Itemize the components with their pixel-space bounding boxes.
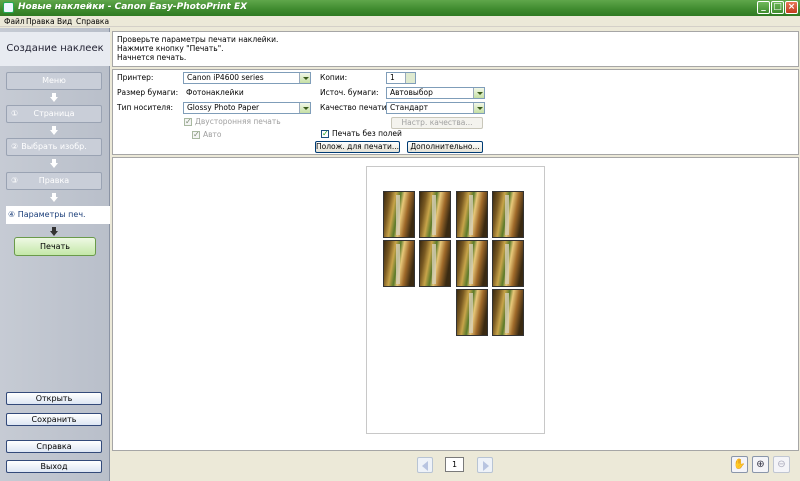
- preview-toolbar: 1 ✋ ⊕ ⊖: [112, 452, 799, 481]
- sidebar: Создание наклеек Меню ① Страница ② Выбра…: [0, 28, 110, 481]
- step-edit[interactable]: ③ Правка: [6, 172, 102, 190]
- print-settings-panel: Принтер: Canon iP4600 series Размер бума…: [112, 69, 799, 155]
- auto-checkbox[interactable]: [192, 130, 200, 139]
- step-arrow-icon: [50, 93, 58, 102]
- copies-label: Копии:: [320, 73, 348, 82]
- print-quality-label: Качество печати:: [320, 103, 390, 112]
- print-position-button[interactable]: Полож. для печати...: [315, 141, 400, 153]
- quality-settings-button[interactable]: Настр. качества...: [391, 117, 483, 129]
- sticker-image: [419, 191, 451, 238]
- printer-label: Принтер:: [117, 73, 154, 82]
- step-arrow-icon: [50, 126, 58, 135]
- borderless-label: Печать без полей: [332, 129, 402, 138]
- next-page-icon[interactable]: [477, 457, 493, 473]
- sticker-image: [492, 191, 524, 238]
- duplex-label: Двусторонняя печать: [195, 117, 281, 126]
- step-menu[interactable]: Меню: [6, 72, 102, 90]
- chevron-down-icon: [299, 103, 310, 113]
- sticker-image: [383, 240, 415, 287]
- advanced-button[interactable]: Дополнительно...: [407, 141, 483, 153]
- step-print-settings[interactable]: ④ Параметры печ.: [6, 206, 110, 224]
- step-label: Меню: [42, 76, 66, 85]
- sticker-image: [456, 240, 488, 287]
- save-button[interactable]: Сохранить: [6, 413, 102, 426]
- chevron-down-icon: [473, 103, 484, 113]
- menu-view[interactable]: Вид: [57, 17, 72, 26]
- chevron-down-icon: [473, 88, 484, 98]
- minimize-button[interactable]: _: [757, 1, 770, 14]
- instruction-line: Начнется печать.: [117, 53, 187, 62]
- instruction-line: Нажмите кнопку "Печать".: [117, 44, 224, 53]
- spin-arrows-icon[interactable]: [405, 73, 415, 83]
- hand-icon[interactable]: ✋: [731, 456, 748, 473]
- maximize-button[interactable]: □: [771, 1, 784, 14]
- sticker-image: [419, 240, 451, 287]
- print-button[interactable]: Печать: [14, 237, 96, 256]
- zoom-in-icon[interactable]: ⊕: [752, 456, 769, 473]
- step-select-images[interactable]: ② Выбрать изобр.: [6, 138, 102, 156]
- help-button[interactable]: Справка: [6, 440, 102, 453]
- step-arrow-icon: [50, 227, 58, 236]
- sticker-image: [456, 289, 488, 336]
- step-label: Выбрать изобр.: [21, 142, 87, 151]
- title-bar: Новые наклейки - Canon Easy-PhotoPrint E…: [0, 0, 800, 16]
- print-quality-select[interactable]: Стандарт: [386, 102, 485, 114]
- step-number: ②: [11, 142, 19, 151]
- duplex-checkbox[interactable]: [184, 117, 192, 126]
- borderless-checkbox[interactable]: [321, 129, 329, 138]
- print-preview-area: [112, 157, 799, 451]
- previous-page-icon[interactable]: [417, 457, 433, 473]
- open-button[interactable]: Открыть: [6, 392, 102, 405]
- window-title: Новые наклейки - Canon Easy-PhotoPrint E…: [18, 2, 248, 12]
- sticker-image: [456, 191, 488, 238]
- step-arrow-icon: [50, 159, 58, 168]
- step-arrow-icon: [50, 193, 58, 202]
- preview-sheet: [366, 166, 545, 434]
- sticker-image: [383, 191, 415, 238]
- menu-edit[interactable]: Правка: [26, 17, 55, 26]
- instructions-panel: Проверьте параметры печати наклейки. Наж…: [112, 31, 799, 67]
- paper-source-select[interactable]: Автовыбор: [386, 87, 485, 99]
- menu-file[interactable]: Файл: [4, 17, 25, 26]
- media-type-label: Тип носителя:: [117, 103, 174, 112]
- menu-bar: Файл Правка Вид Справка: [0, 16, 800, 27]
- sticker-image: [492, 240, 524, 287]
- paper-size-value: Фотонаклейки: [186, 88, 244, 97]
- step-number: ③: [11, 176, 19, 185]
- media-type-select[interactable]: Glossy Photo Paper: [183, 102, 311, 114]
- app-icon: [3, 2, 14, 13]
- menu-help[interactable]: Справка: [76, 17, 109, 26]
- step-label: Страница: [33, 109, 75, 118]
- step-page[interactable]: ① Страница: [6, 105, 102, 123]
- page-number: 1: [445, 457, 464, 472]
- paper-size-label: Размер бумаги:: [117, 88, 179, 97]
- step-label: Правка: [38, 176, 70, 185]
- close-button[interactable]: ×: [785, 1, 798, 14]
- step-number: ①: [11, 109, 19, 118]
- paper-source-label: Источ. бумаги:: [320, 88, 379, 97]
- instruction-line: Проверьте параметры печати наклейки.: [117, 35, 279, 44]
- printer-select[interactable]: Canon iP4600 series: [183, 72, 311, 84]
- copies-stepper[interactable]: 1: [386, 72, 416, 84]
- exit-button[interactable]: Выход: [6, 460, 102, 473]
- sidebar-title: Создание наклеек: [0, 32, 110, 66]
- auto-label: Авто: [203, 130, 222, 139]
- sticker-image: [492, 289, 524, 336]
- zoom-out-icon[interactable]: ⊖: [773, 456, 790, 473]
- chevron-down-icon: [299, 73, 310, 83]
